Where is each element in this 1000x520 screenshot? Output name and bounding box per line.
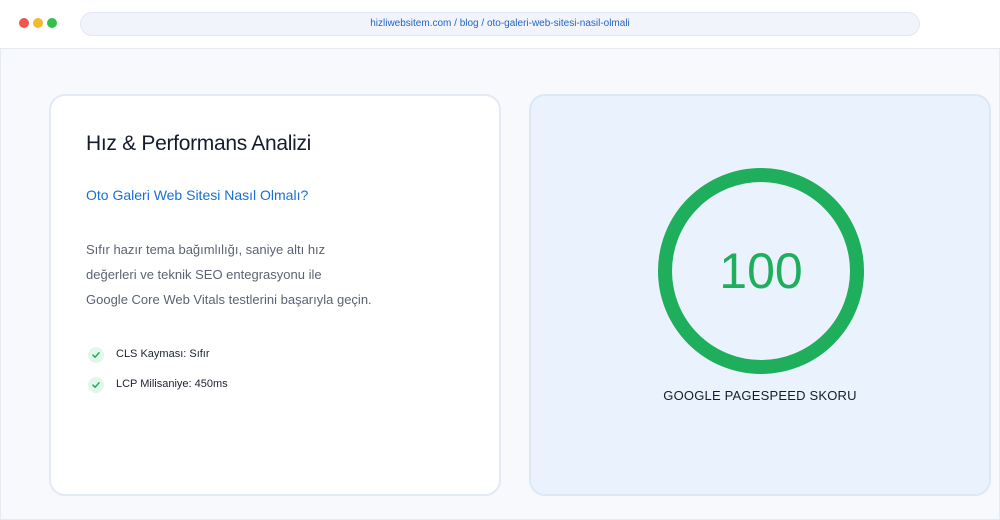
score-label: GOOGLE PAGESPEED SKORU [663,388,857,403]
pagespeed-score-card: 100 GOOGLE PAGESPEED SKORU [529,94,991,496]
checklist-label: CLS Kayması: Sıfır [116,348,210,360]
description-line: Google Core Web Vitals testlerini başarı… [86,292,372,307]
close-window-button[interactable] [19,18,29,28]
performance-info-card: Hız & Performans Analizi Oto Galeri Web … [49,94,501,496]
score-value: 100 [719,243,803,299]
checklist-label: LCP Milisaniye: 450ms [116,378,228,390]
maximize-window-button[interactable] [47,18,57,28]
browser-toolbar: hizliwebsitem.com / blog / oto-galeri-we… [0,0,1000,49]
description-line: Sıfır hazır tema bağımlılığı, saniye alt… [86,242,326,257]
check-icon [88,347,104,363]
minimize-window-button[interactable] [33,18,43,28]
description: Sıfır hazır tema bağımlılığı, saniye alt… [86,237,416,312]
address-bar[interactable]: hizliwebsitem.com / blog / oto-galeri-we… [80,12,920,36]
browser-window: hizliwebsitem.com / blog / oto-galeri-we… [0,0,1000,520]
card-title: Hız & Performans Analizi [86,132,312,155]
article-link[interactable]: Oto Galeri Web Sitesi Nasıl Olmalı? [86,187,308,203]
check-icon [88,377,104,393]
description-line: değerleri ve teknik SEO entegrasyonu ile [86,267,322,282]
